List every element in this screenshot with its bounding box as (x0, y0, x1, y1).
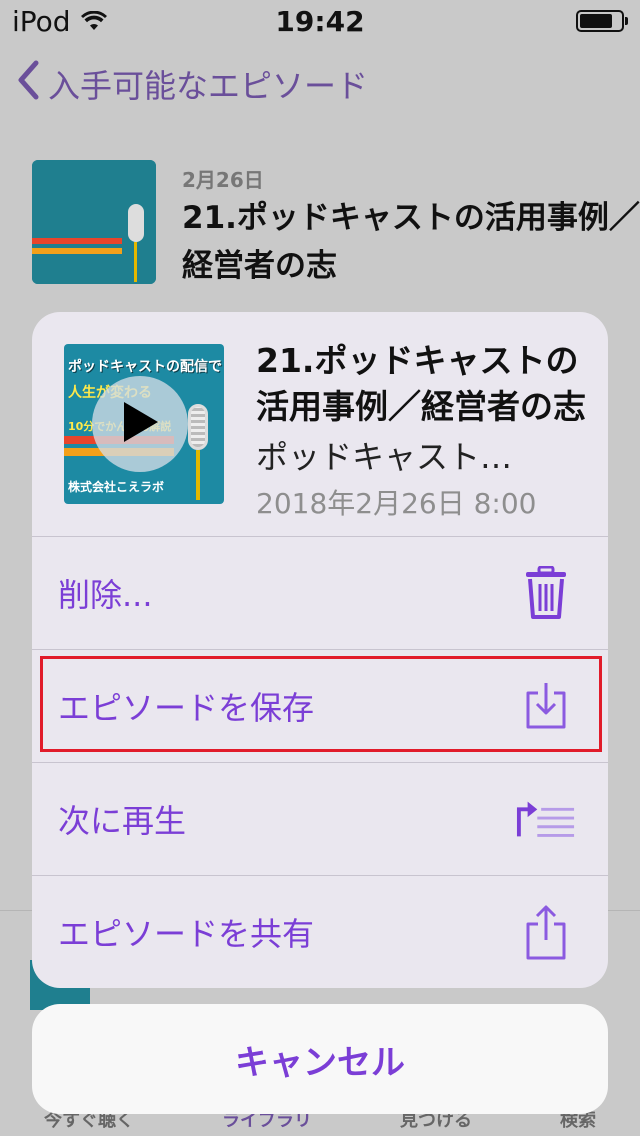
sheet-episode-title: 21.ポッドキャストの活用事例／経営者の志 (256, 341, 586, 426)
delete-action[interactable]: 削除... (32, 536, 608, 649)
play-button[interactable] (92, 376, 188, 472)
action-sheet: ポッドキャストの配信で 人生が変わる 10分でかんたん解説 株式会社こえラボ 2… (32, 312, 608, 988)
share-episode-action-label: エピソードを共有 (58, 915, 315, 953)
play-next-icon (516, 789, 576, 849)
back-button[interactable]: 入手可能なエピソード (16, 60, 368, 108)
sheet-episode-datetime: 2018年2月26日 8:00 (256, 487, 537, 520)
play-next-action[interactable]: 次に再生 (32, 762, 608, 875)
episode-date: 2月26日 (182, 168, 264, 192)
play-next-action-label: 次に再生 (58, 802, 187, 840)
share-icon (516, 902, 576, 962)
artwork-line1: ポッドキャストの配信で (68, 359, 222, 375)
microphone-icon (188, 404, 208, 450)
status-time: 19:42 (275, 5, 365, 38)
sheet-podcast-name: ポッドキャスト… (256, 438, 513, 476)
cancel-button[interactable]: キャンセル (32, 1004, 608, 1114)
sheet-header: ポッドキャストの配信で 人生が変わる 10分でかんたん解説 株式会社こえラボ 2… (32, 312, 608, 536)
status-bar: iPod 19:42 (0, 0, 640, 40)
chevron-left-icon (16, 60, 48, 108)
microphone-stand (196, 450, 200, 500)
artwork-line4: 株式会社こえラボ (68, 480, 165, 494)
trash-icon (516, 563, 576, 623)
highlight-annotation (40, 656, 602, 752)
episode-title: 21.ポッドキャストの活用事例／経営者の志 (182, 200, 640, 284)
episode-artwork (32, 160, 156, 284)
back-label: 入手可能なエピソード (48, 67, 369, 105)
delete-action-label: 削除... (58, 576, 153, 614)
battery-icon (576, 10, 628, 32)
play-icon (120, 400, 160, 448)
share-episode-action[interactable]: エピソードを共有 (32, 875, 608, 988)
